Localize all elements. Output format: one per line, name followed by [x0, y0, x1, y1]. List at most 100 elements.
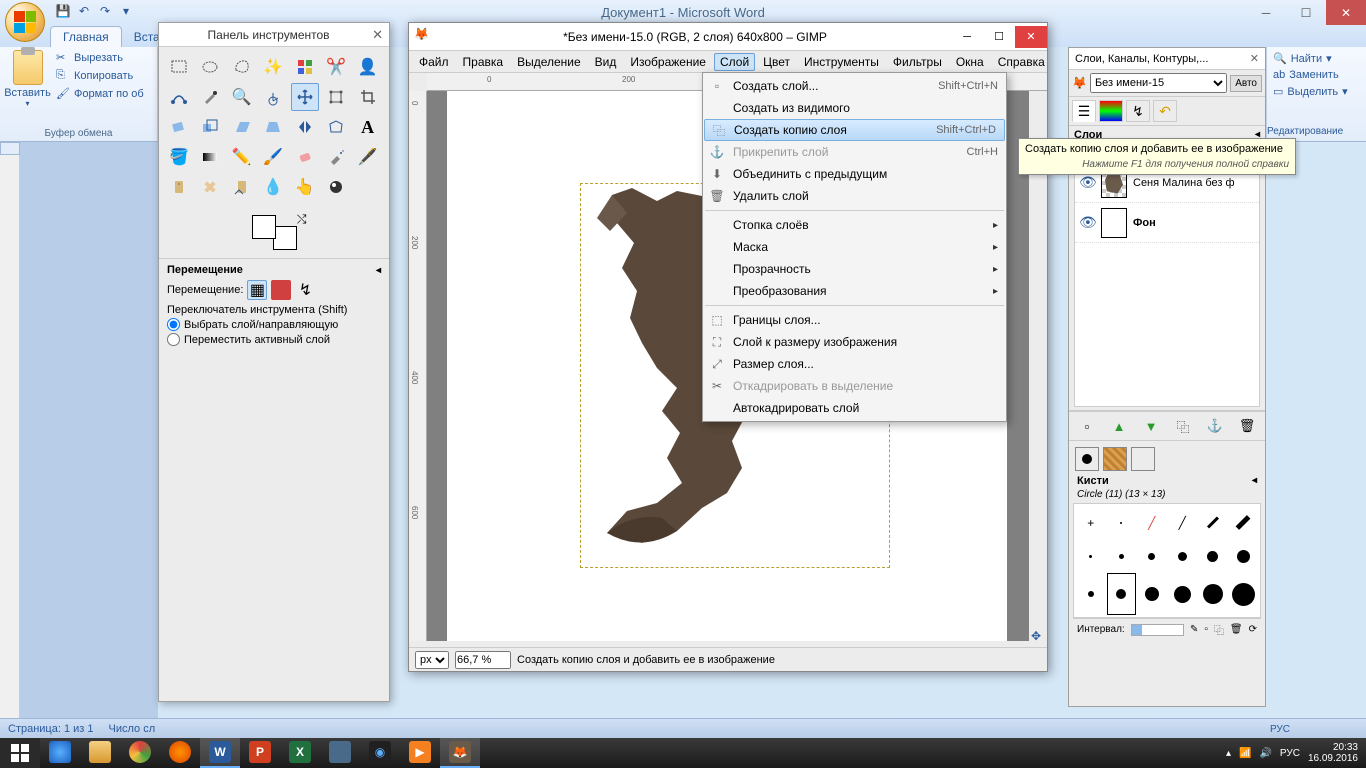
- save-icon[interactable]: 💾: [55, 3, 71, 19]
- menu-layer-resize[interactable]: ⤢Размер слоя...: [703, 353, 1006, 375]
- perspective-clone-tool[interactable]: [228, 173, 256, 201]
- brush-cell[interactable]: [1107, 573, 1137, 615]
- heal-tool[interactable]: [196, 173, 224, 201]
- move-selection-mode[interactable]: [271, 280, 291, 300]
- align-tool[interactable]: [322, 83, 350, 111]
- visibility-eye-icon[interactable]: 👁: [1079, 174, 1095, 191]
- toolbox-titlebar[interactable]: Панель инструментов ✕: [159, 23, 389, 47]
- zoom-input[interactable]: [455, 651, 511, 669]
- menu-layer-to-image[interactable]: ⛶Слой к размеру изображения: [703, 331, 1006, 353]
- shear-tool[interactable]: [228, 113, 256, 141]
- office-button[interactable]: [5, 2, 45, 42]
- brush-cell[interactable]: +: [1076, 506, 1106, 539]
- menu-select[interactable]: Выделение: [511, 53, 587, 71]
- task-explorer[interactable]: [80, 738, 120, 768]
- menu-autocrop[interactable]: Автокадрировать слой: [703, 397, 1006, 419]
- ellipse-select-tool[interactable]: [196, 53, 224, 81]
- cage-tool[interactable]: [322, 113, 350, 141]
- airbrush-tool[interactable]: [322, 143, 350, 171]
- brush-cell[interactable]: ╱: [1168, 506, 1198, 539]
- tab-channels-icon[interactable]: [1099, 100, 1123, 122]
- canvas-nav-icon[interactable]: ✥: [1031, 629, 1045, 643]
- menu-colors[interactable]: Цвет: [757, 53, 796, 71]
- menu-stack[interactable]: Стопка слоёв▸: [703, 214, 1006, 236]
- menu-edit[interactable]: Правка: [457, 53, 510, 71]
- brush-cell[interactable]: [1137, 540, 1167, 572]
- eraser-tool[interactable]: [291, 143, 319, 171]
- qat-dropdown-icon[interactable]: ▾: [118, 3, 134, 19]
- clone-tool[interactable]: [165, 173, 193, 201]
- blur-tool[interactable]: 💧: [259, 173, 287, 201]
- start-button[interactable]: [0, 738, 40, 768]
- layer-row[interactable]: 👁 Фон: [1075, 203, 1259, 243]
- task-media1[interactable]: ◉: [360, 738, 400, 768]
- fg-color-swatch[interactable]: [252, 215, 276, 239]
- brush-cell[interactable]: [1198, 573, 1228, 615]
- minimize-button[interactable]: ─: [1246, 0, 1286, 25]
- image-minimize-button[interactable]: ─: [951, 26, 983, 48]
- by-color-select-tool[interactable]: [291, 53, 319, 81]
- opt-move-active[interactable]: Переместить активный слой: [167, 333, 381, 346]
- menu-image[interactable]: Изображение: [624, 53, 712, 71]
- move-layer-mode[interactable]: ▦: [247, 280, 267, 300]
- tray-clock[interactable]: 20:33 16.09.2016: [1308, 742, 1358, 764]
- menu-layer[interactable]: Слой: [714, 53, 755, 71]
- unit-selector[interactable]: px: [415, 651, 449, 669]
- toolbox-close-icon[interactable]: ✕: [372, 27, 383, 43]
- scale-tool[interactable]: [196, 113, 224, 141]
- crop-tool[interactable]: [354, 83, 382, 111]
- task-excel[interactable]: X: [280, 738, 320, 768]
- undo-icon[interactable]: ↶: [76, 3, 92, 19]
- brush-cell[interactable]: [1076, 573, 1106, 615]
- menu-duplicate-layer[interactable]: ⿻Создать копию слояShift+Ctrl+D: [704, 119, 1005, 141]
- brush-cell[interactable]: [1198, 540, 1228, 572]
- menu-tools[interactable]: Инструменты: [798, 53, 885, 71]
- bucket-fill-tool[interactable]: 🪣: [165, 143, 193, 171]
- task-media2[interactable]: ▶: [400, 738, 440, 768]
- task-firefox[interactable]: [160, 738, 200, 768]
- brush-cell[interactable]: [1229, 506, 1259, 539]
- brush-cell[interactable]: [1198, 506, 1228, 539]
- menu-help[interactable]: Справка: [992, 53, 1051, 71]
- cut-button[interactable]: ✂Вырезать: [54, 50, 146, 66]
- brush-cell[interactable]: [1137, 573, 1167, 615]
- layer-name[interactable]: Фон: [1133, 217, 1156, 229]
- image-close-button[interactable]: ✕: [1015, 26, 1047, 48]
- foreground-select-tool[interactable]: 👤: [354, 53, 382, 81]
- brush-cell[interactable]: [1107, 540, 1137, 572]
- duplicate-layer-button-icon[interactable]: ⿻: [1173, 416, 1193, 436]
- status-page[interactable]: Страница: 1 из 1: [8, 723, 94, 735]
- close-button[interactable]: ✕: [1326, 0, 1366, 25]
- dock-titlebar[interactable]: Слои, Каналы, Контуры,... ✕: [1069, 48, 1265, 70]
- tray-lang[interactable]: РУС: [1280, 748, 1300, 759]
- swap-colors-icon[interactable]: ⤭: [297, 212, 307, 227]
- brush-edit-icon[interactable]: ✎: [1190, 624, 1198, 635]
- task-chrome[interactable]: [120, 738, 160, 768]
- pencil-tool[interactable]: ✏️: [228, 143, 256, 171]
- active-gradient-swatch[interactable]: [1131, 447, 1155, 471]
- brush-cell[interactable]: [1168, 573, 1198, 615]
- fuzzy-select-tool[interactable]: ✨: [259, 53, 287, 81]
- brush-dup-icon[interactable]: ⿻: [1214, 622, 1224, 637]
- replace-button[interactable]: abЗаменить: [1273, 67, 1360, 83]
- menu-from-visible[interactable]: Создать из видимого: [703, 97, 1006, 119]
- rect-select-tool[interactable]: [165, 53, 193, 81]
- menu-filters[interactable]: Фильтры: [887, 53, 948, 71]
- brush-refresh-icon[interactable]: ⟳: [1249, 624, 1257, 635]
- brush-cell[interactable]: [1229, 573, 1259, 615]
- image-titlebar[interactable]: 🦊 *Без имени-15.0 (RGB, 2 слоя) 640x800 …: [409, 23, 1047, 51]
- active-brush-swatch[interactable]: [1075, 447, 1099, 471]
- opt-pick-layer[interactable]: Выбрать слой/направляющую: [167, 318, 381, 331]
- task-powerpoint[interactable]: P: [240, 738, 280, 768]
- redo-icon[interactable]: ↷: [97, 3, 113, 19]
- blend-tool[interactable]: [196, 143, 224, 171]
- move-path-mode[interactable]: ↯: [295, 280, 315, 300]
- menu-transform[interactable]: Преобразования▸: [703, 280, 1006, 302]
- delete-layer-button-icon[interactable]: 🗑: [1237, 416, 1257, 436]
- brush-cell[interactable]: [1076, 540, 1106, 572]
- bg-color-swatch[interactable]: [273, 226, 297, 250]
- scissors-tool[interactable]: ✂️: [322, 53, 350, 81]
- visibility-eye-icon[interactable]: 👁: [1079, 214, 1095, 231]
- tray-up-icon[interactable]: ▴: [1226, 748, 1231, 759]
- brush-new-icon[interactable]: ▫: [1204, 624, 1208, 635]
